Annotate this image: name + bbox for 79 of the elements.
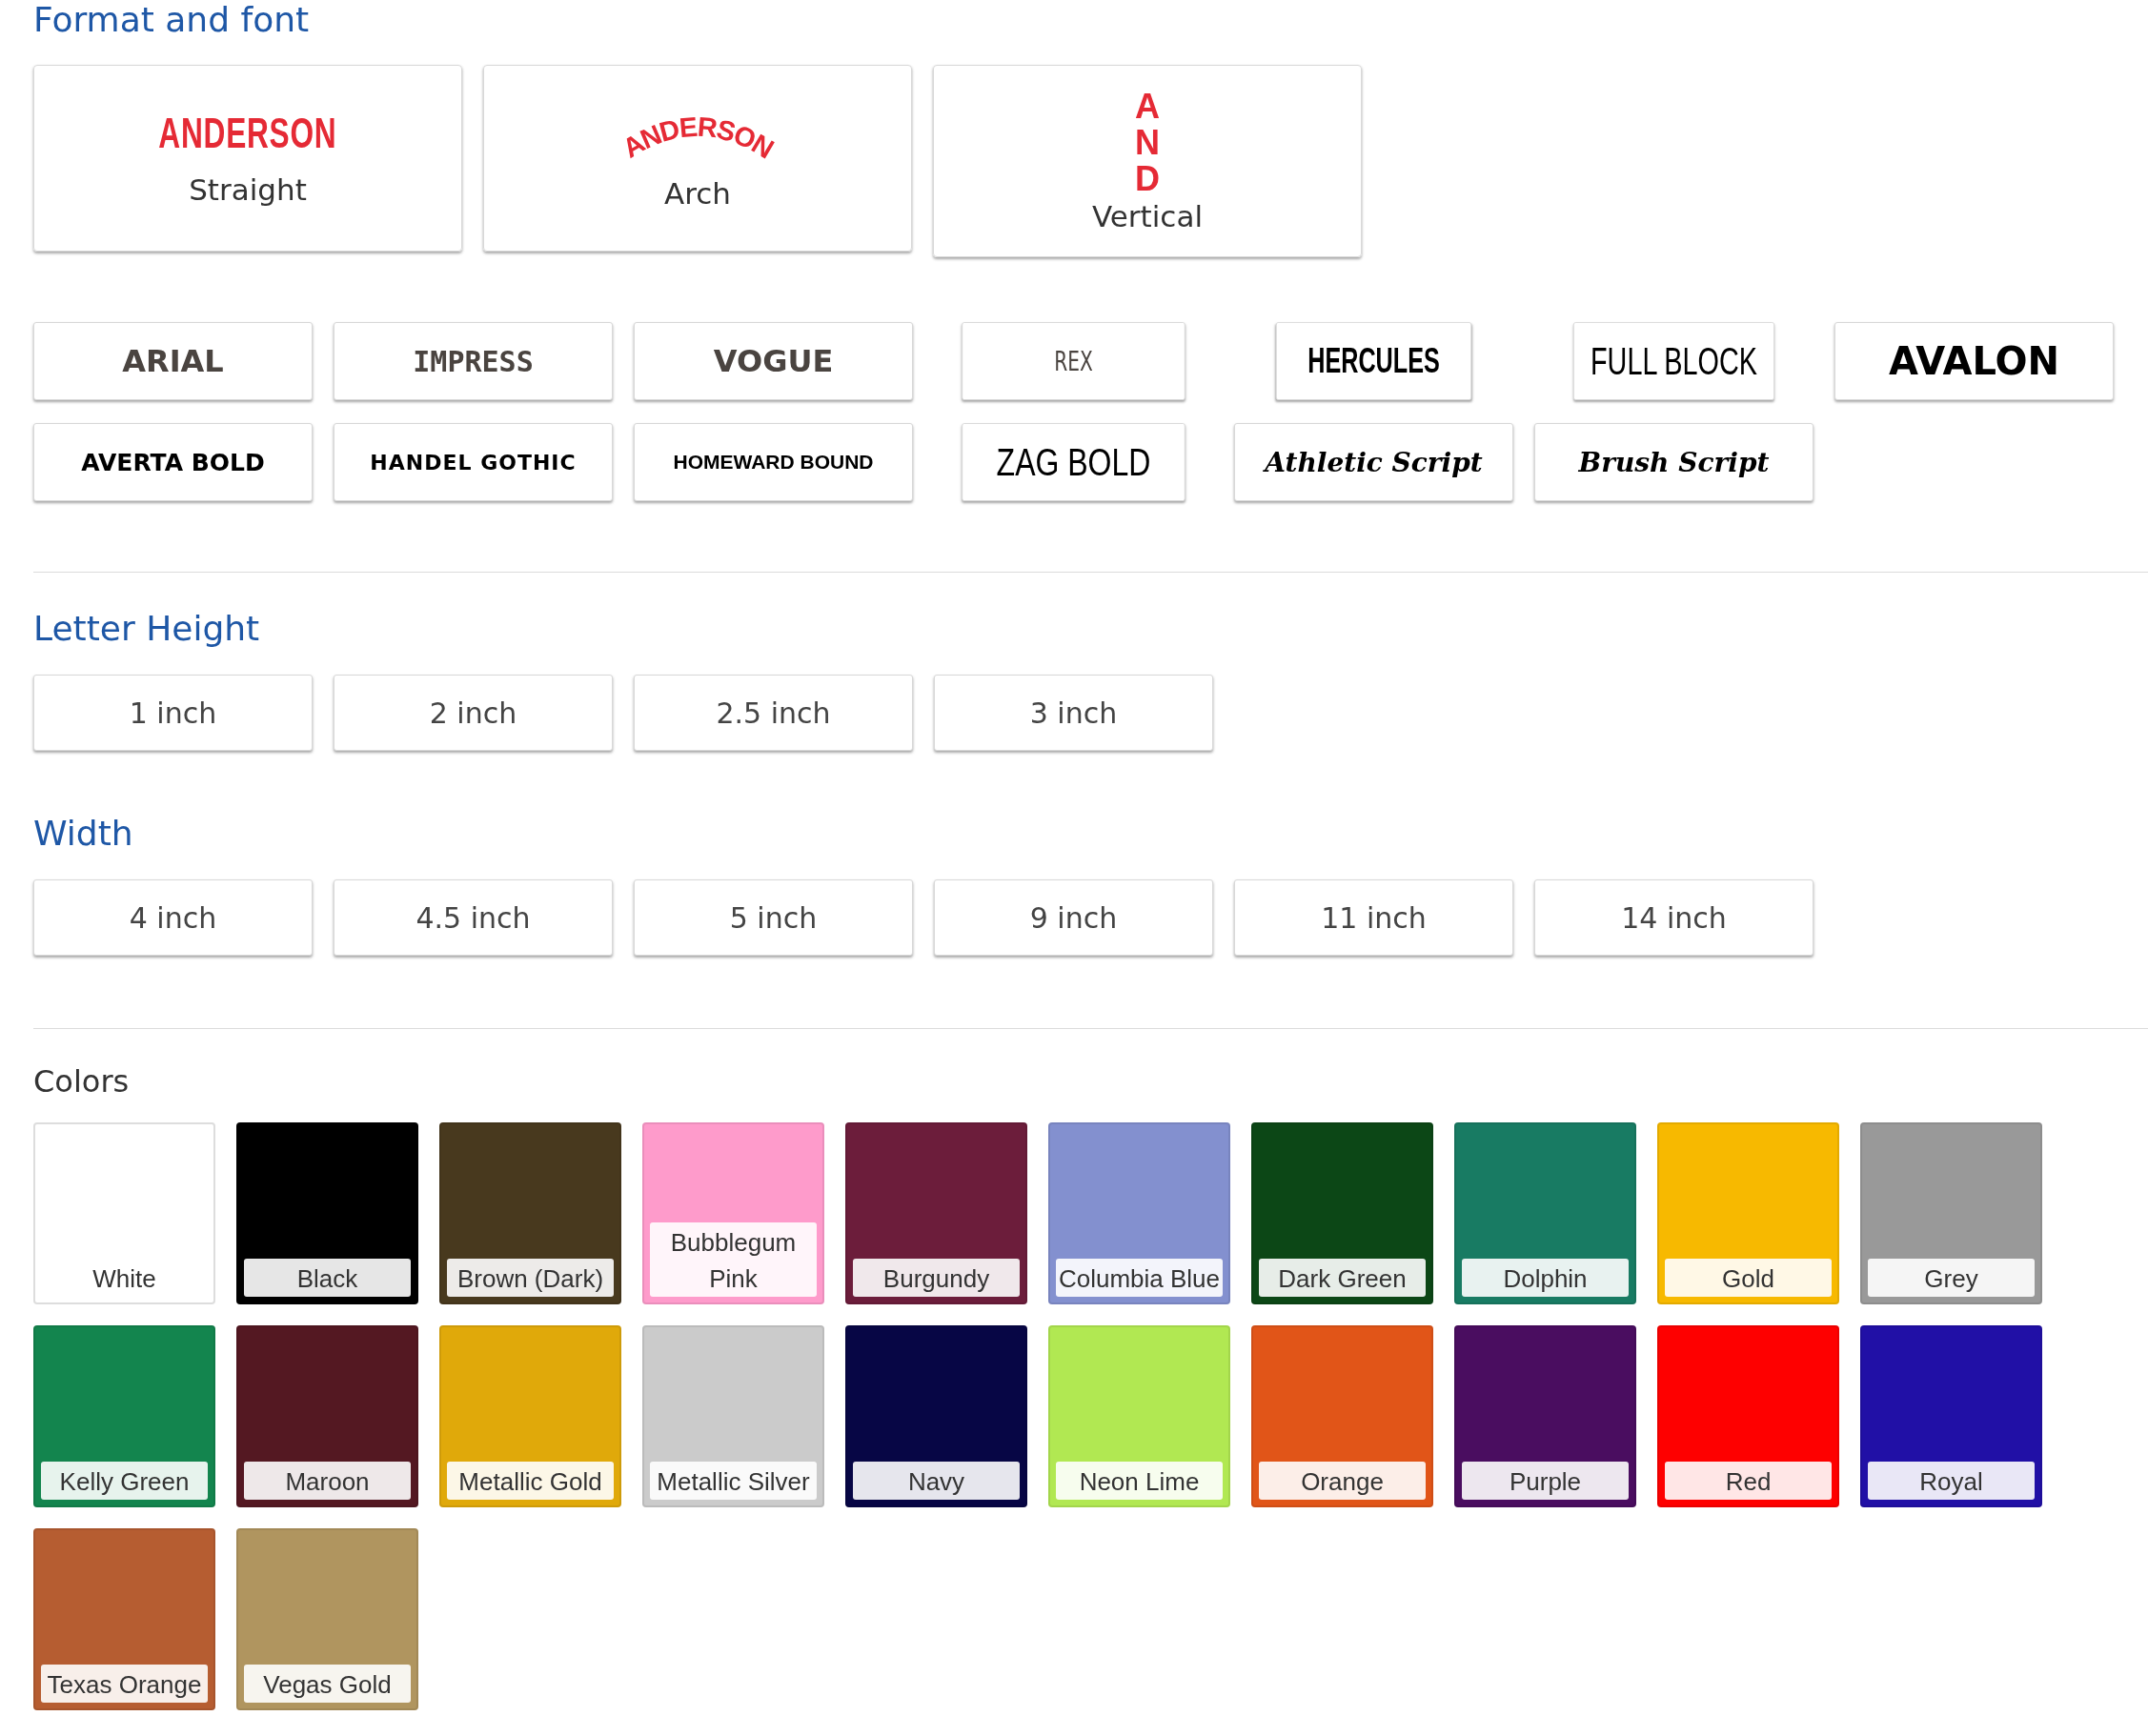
color-swatch[interactable]: Burgundy — [845, 1122, 1027, 1304]
color-swatch[interactable]: Brown (Dark) — [439, 1122, 621, 1304]
color-label: Brown (Dark) — [447, 1259, 614, 1297]
color-swatch[interactable]: Black — [236, 1122, 418, 1304]
color-label: Neon Lime — [1056, 1462, 1223, 1500]
section-heading: Format and font — [33, 0, 311, 40]
color-label: Dark Green — [1259, 1259, 1426, 1297]
font-option[interactable]: Athletic Script — [1234, 423, 1513, 501]
color-swatch[interactable]: Texas Orange — [33, 1528, 215, 1710]
color-label: Texas Orange — [41, 1665, 208, 1703]
font-option[interactable]: FULL BLOCK — [1573, 322, 1774, 400]
font-option[interactable]: AVALON — [1834, 322, 2114, 400]
color-swatch[interactable]: Grey — [1860, 1122, 2042, 1304]
height-option[interactable]: 2.5 inch — [634, 675, 913, 751]
width-option[interactable]: 14 inch — [1534, 879, 1814, 956]
height-option[interactable]: 1 inch — [33, 675, 313, 751]
format-option[interactable]: AND Vertical — [933, 65, 1362, 257]
color-label: Bubblegum Pink — [650, 1222, 817, 1297]
color-swatch[interactable]: Maroon — [236, 1325, 418, 1507]
color-label: Orange — [1259, 1462, 1426, 1500]
color-swatch[interactable]: Navy — [845, 1325, 1027, 1507]
font-option[interactable]: ZAG BOLD — [962, 423, 1185, 501]
color-label: Maroon — [244, 1462, 411, 1500]
width-option[interactable]: 4.5 inch — [334, 879, 613, 956]
color-label: Grey — [1868, 1259, 2035, 1297]
color-label: Metallic Gold — [447, 1462, 614, 1500]
font-option[interactable]: IMPRESS — [334, 322, 613, 400]
font-option[interactable]: HANDEL GOTHIC — [334, 423, 613, 501]
color-label: Metallic Silver — [650, 1462, 817, 1500]
color-swatch[interactable]: Kelly Green — [33, 1325, 215, 1507]
color-swatch[interactable]: Orange — [1251, 1325, 1433, 1507]
color-swatch[interactable]: Red — [1657, 1325, 1839, 1507]
section-heading: Letter Height — [33, 609, 261, 649]
font-option[interactable]: HERCULES — [1275, 322, 1472, 400]
format-label: Vertical — [1091, 198, 1203, 233]
color-swatch[interactable]: Metallic Silver — [642, 1325, 824, 1507]
section-heading: Width — [33, 814, 134, 854]
color-swatch[interactable]: Vegas Gold — [236, 1528, 418, 1710]
width-option[interactable]: 11 inch — [1234, 879, 1513, 956]
color-swatch[interactable]: Dark Green — [1251, 1122, 1433, 1304]
font-option[interactable]: REX — [962, 322, 1185, 400]
format-option[interactable]: ANDERSON Arch — [483, 65, 912, 252]
color-label: Gold — [1665, 1259, 1832, 1297]
width-option[interactable]: 9 inch — [934, 879, 1213, 956]
color-swatch[interactable]: White — [33, 1122, 215, 1304]
color-label: Columbia Blue — [1056, 1259, 1223, 1297]
color-label: Vegas Gold — [244, 1665, 411, 1703]
font-option[interactable]: HOMEWARD BOUND — [634, 423, 913, 501]
lettering-sample: AND — [1134, 89, 1161, 197]
width-option[interactable]: 5 inch — [634, 879, 913, 956]
format-label: Straight — [189, 172, 307, 207]
color-label: Navy — [853, 1462, 1020, 1500]
color-label: Kelly Green — [41, 1462, 208, 1500]
color-label: Red — [1665, 1462, 1832, 1500]
color-swatch[interactable]: Columbia Blue — [1048, 1122, 1230, 1304]
font-option[interactable]: AVERTA BOLD — [33, 423, 313, 501]
section-heading: Colors — [33, 1062, 131, 1101]
format-option[interactable]: ANDERSON Straight — [33, 65, 462, 252]
color-label: Royal — [1868, 1462, 2035, 1500]
height-option[interactable]: 3 inch — [934, 675, 1213, 751]
color-swatch[interactable]: Royal — [1860, 1325, 2042, 1507]
color-swatch[interactable]: Neon Lime — [1048, 1325, 1230, 1507]
color-label: Purple — [1462, 1462, 1629, 1500]
color-swatch[interactable]: Metallic Gold — [439, 1325, 621, 1507]
font-option[interactable]: Brush Script — [1534, 423, 1814, 501]
height-option[interactable]: 2 inch — [334, 675, 613, 751]
color-swatch[interactable]: Gold — [1657, 1122, 1839, 1304]
font-option[interactable]: ARIAL — [33, 322, 313, 400]
lettering-sample: ANDERSON — [158, 110, 337, 157]
color-label: Burgundy — [853, 1259, 1020, 1297]
width-option[interactable]: 4 inch — [33, 879, 313, 956]
color-swatch[interactable]: Purple — [1454, 1325, 1636, 1507]
color-label: Black — [244, 1259, 411, 1297]
color-swatch[interactable]: Bubblegum Pink — [642, 1122, 824, 1304]
font-option[interactable]: VOGUE — [634, 322, 913, 400]
lettering-sample: ANDERSON — [617, 111, 779, 164]
format-label: Arch — [664, 176, 731, 211]
color-swatch[interactable]: Dolphin — [1454, 1122, 1636, 1304]
color-label: Dolphin — [1462, 1259, 1629, 1297]
